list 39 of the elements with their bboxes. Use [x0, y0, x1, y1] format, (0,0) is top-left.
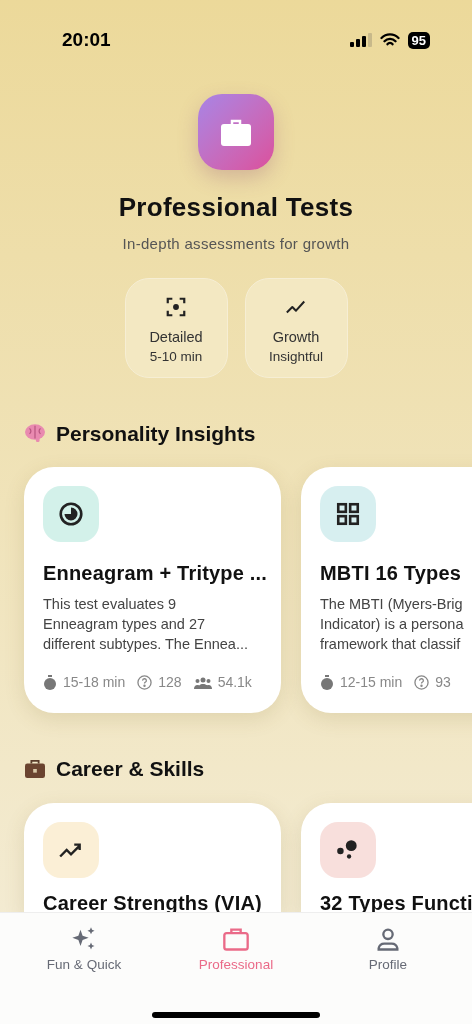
grid-icon — [335, 501, 361, 527]
card-description: The MBTI (Myers-Brig Indicator) is a persona framework that classif — [320, 595, 465, 654]
card-title: MBTI 16 Types — [320, 561, 463, 586]
test-card[interactable]: 32 Types Functi — [301, 802, 472, 914]
page-title: Professional Tests — [118, 191, 354, 224]
battery-indicator: 95 — [407, 31, 430, 49]
tab-item[interactable]: Profile — [333, 925, 443, 981]
section-heading: Personality Insights — [56, 420, 256, 447]
briefcase-icon — [24, 758, 46, 779]
status-time: 20:01 — [62, 27, 111, 52]
test-card[interactable]: Career Strengths (VIA) — [24, 802, 281, 914]
duration-text: 15-18 min — [63, 673, 126, 692]
question-count: 93 — [435, 673, 451, 692]
taker-count: 54.1k — [217, 673, 252, 692]
page-subtitle: In-depth assessments for growth — [122, 234, 350, 254]
stopwatch-icon — [320, 675, 334, 690]
card-description: This test evaluates 9 Enneagram types and 27 different subtypes. The Ennea... — [43, 595, 250, 654]
help-icon — [137, 675, 153, 690]
card-title: 32 Types Functi — [320, 891, 472, 914]
wifi-icon — [379, 32, 400, 48]
tab-item[interactable]: Fun & Quick — [29, 925, 139, 981]
chip-sublabel: 5-10 min — [149, 347, 203, 366]
test-card[interactable]: MBTI 16 Types The MBTI (Myers-Brig Indicator) is a persona framework that classif 12-15 min 93 — [301, 467, 472, 713]
signal-icon — [349, 33, 372, 47]
help-icon — [414, 675, 430, 690]
chip-sublabel: Insightful — [268, 347, 323, 366]
chip-label: Detailed — [149, 327, 203, 347]
section-heading: Career & Skills — [56, 756, 205, 782]
question-count: 128 — [158, 673, 182, 692]
duration-text: 12-15 min — [340, 673, 403, 692]
test-card[interactable]: Enneagram + Tritype ... This test evaluates 9 Enneagram types and 27 different subtypes. The Ennea... 15-18 min 128 54.1k — [24, 467, 281, 713]
people-icon — [193, 676, 212, 689]
card-title: Career Strengths (VIA) — [43, 891, 262, 914]
stopwatch-icon — [43, 675, 57, 690]
briefcase-icon — [221, 118, 251, 146]
focus-icon — [165, 295, 187, 318]
pie-icon — [58, 501, 84, 527]
chip-label: Growth — [272, 327, 320, 347]
brain-icon — [24, 423, 46, 444]
